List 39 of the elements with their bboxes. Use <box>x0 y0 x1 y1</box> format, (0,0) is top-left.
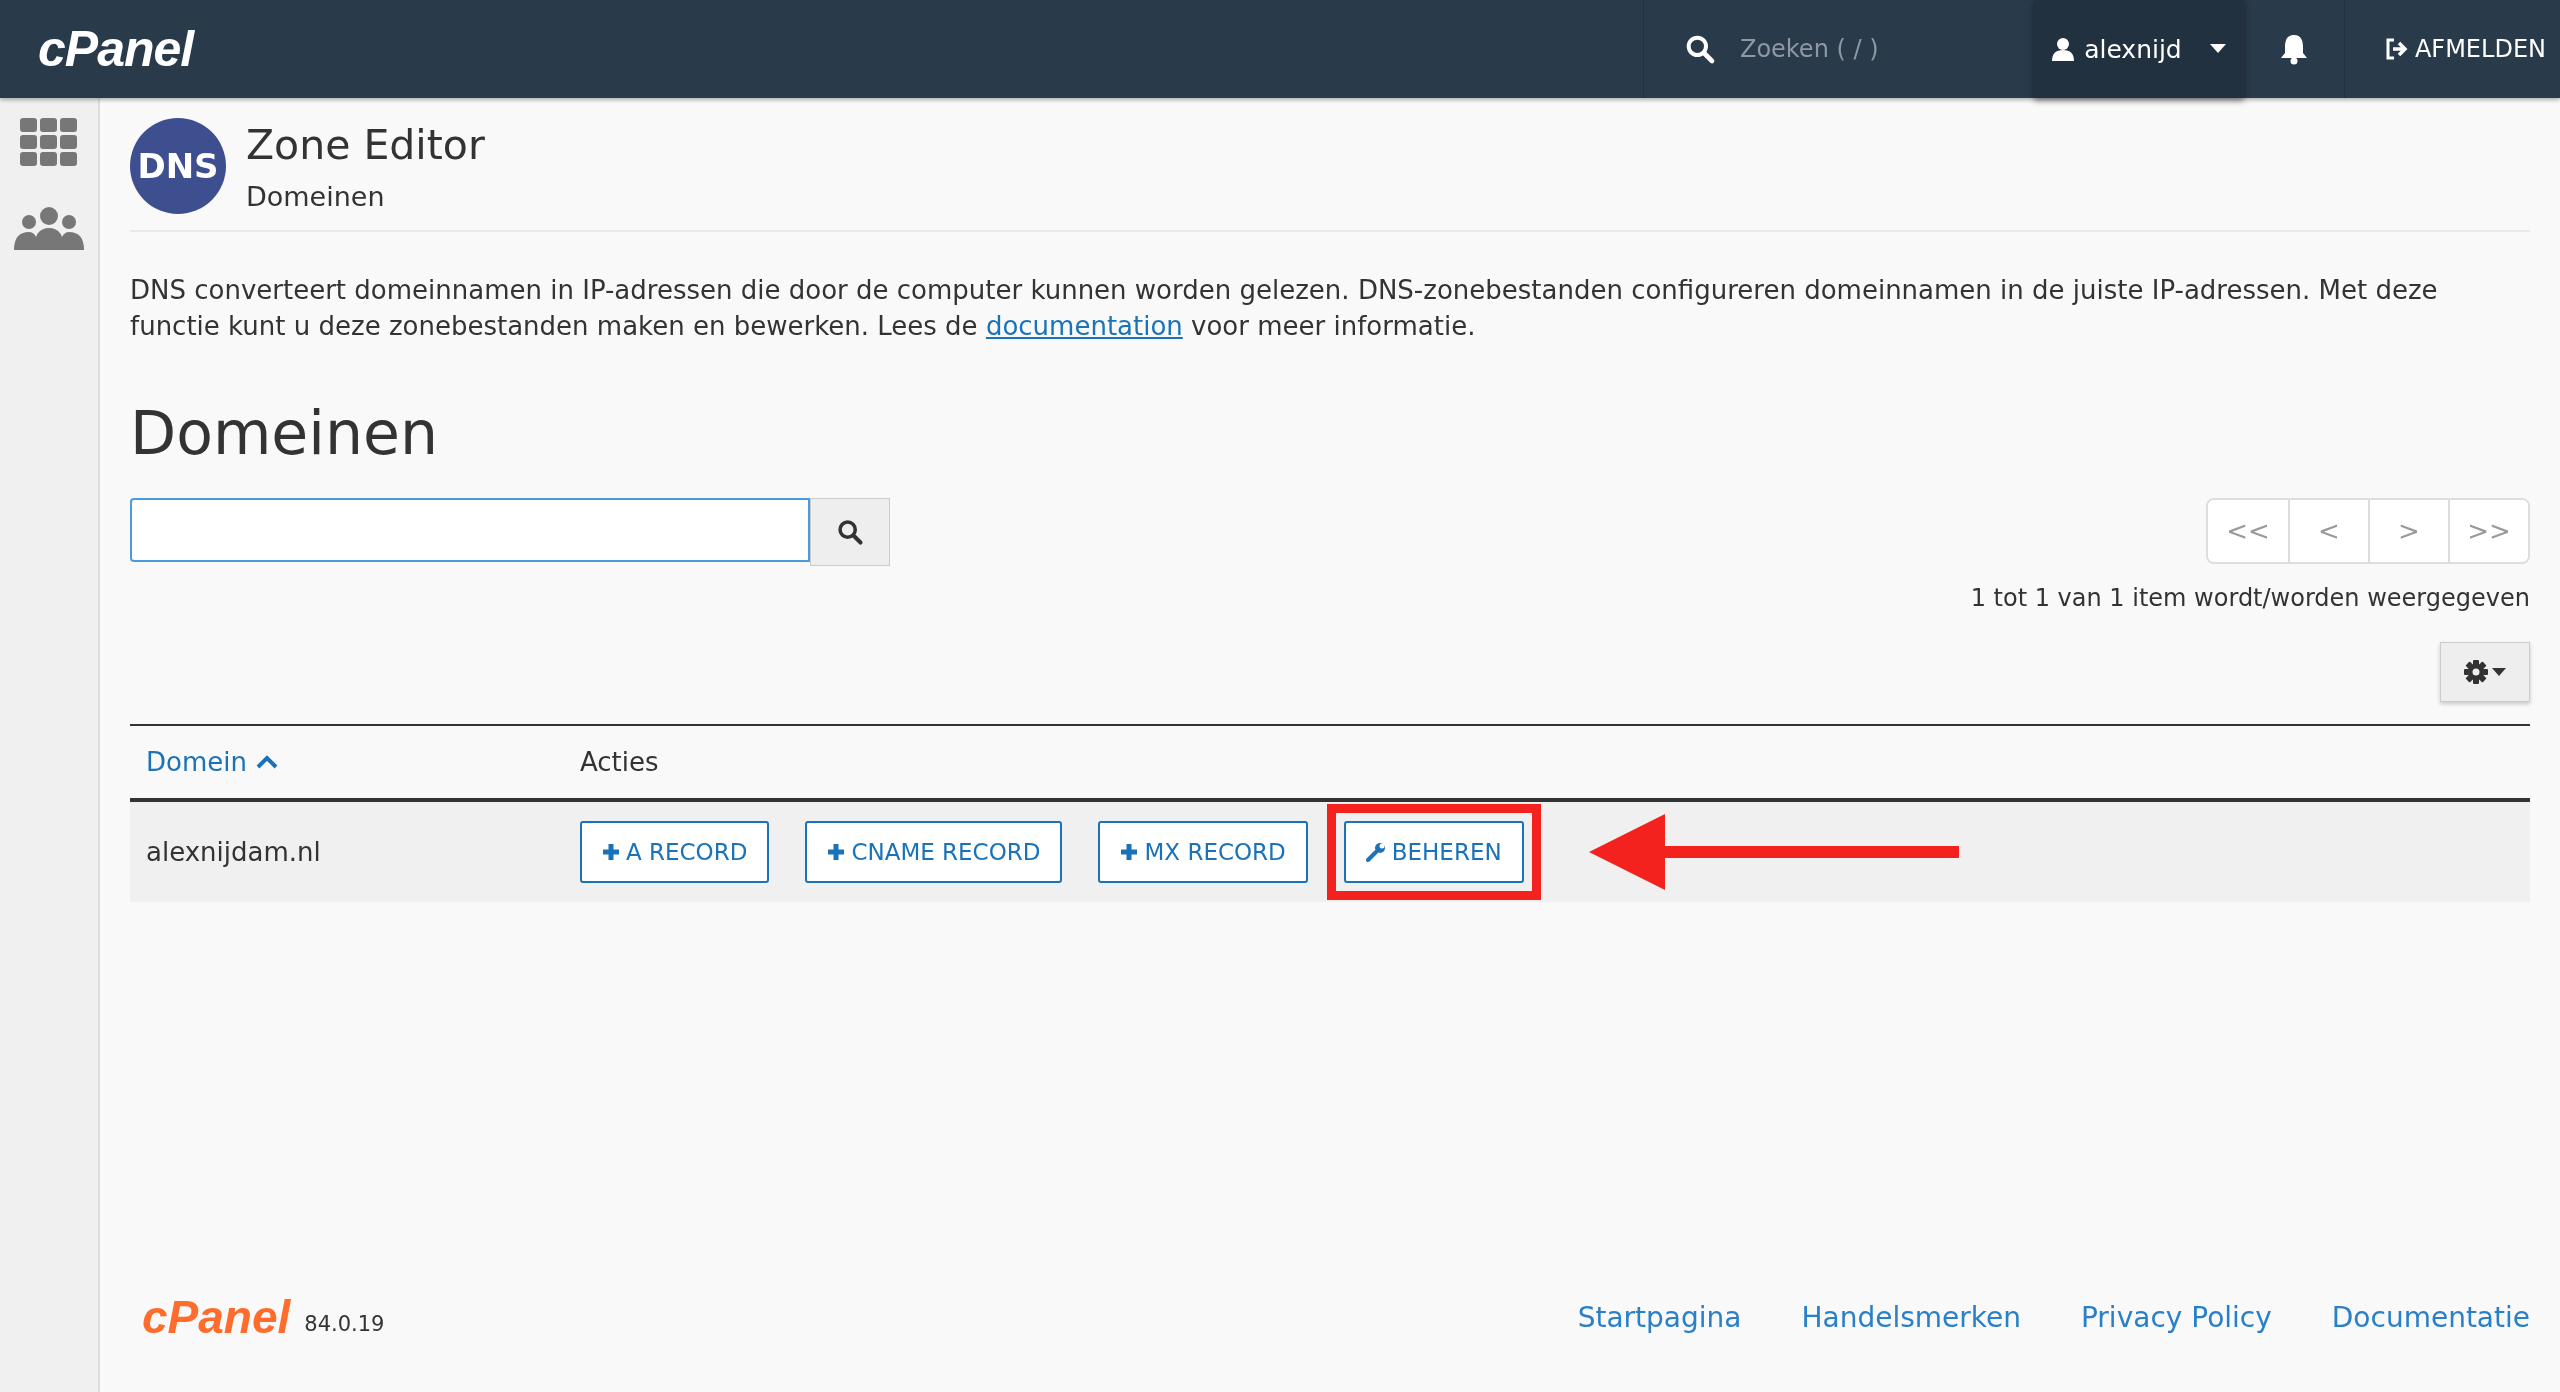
search-button[interactable] <box>810 498 890 566</box>
cpanel-logo[interactable]: cPanel <box>142 1290 291 1344</box>
plus-icon <box>602 843 620 861</box>
logout-button[interactable]: AFMELDEN <box>2344 0 2560 98</box>
dns-icon: DNS <box>130 118 226 214</box>
footer-link[interactable]: Privacy Policy <box>2080 1300 2272 1334</box>
column-header[interactable]: Acties <box>580 747 659 777</box>
footer-link[interactable]: Startpagina <box>1577 1300 1742 1334</box>
user-icon <box>2052 37 2075 61</box>
search-field[interactable]: Zoeken ( / ) <box>1642 0 2034 98</box>
plus-icon <box>1120 843 1139 861</box>
sort-up-icon <box>254 754 279 770</box>
caret-icon <box>2209 44 2226 54</box>
search-icon <box>836 518 864 546</box>
pager-button[interactable]: >> <box>2448 500 2528 562</box>
settings-button[interactable] <box>2440 642 2530 702</box>
page-title: Zone Editor <box>246 120 485 169</box>
page-subtitle: Domeinen <box>246 180 386 212</box>
logout-icon <box>2384 38 2409 60</box>
wrench-icon <box>1365 842 1386 862</box>
column-header[interactable]: Domein <box>146 747 247 777</box>
domain-search-field[interactable] <box>130 498 810 562</box>
description-text: DNS converteert domeinnamen in IP-adressen die door de computer kunnen worden gelezen. DNS-zonebestanden configureren domeinnamen in de juiste IP-adressen. Met deze functie kunt u deze zonebestanden maken en bewerken. Lees de documentation voor meer informatie. <box>130 274 2439 343</box>
footer-link[interactable]: Documentatie <box>2331 1300 2530 1334</box>
documentation-link[interactable]: documentation <box>985 311 1183 341</box>
footer-link[interactable]: Handelsmerken <box>1801 1300 2021 1334</box>
gear-icon <box>2464 660 2488 684</box>
users-icon[interactable] <box>14 206 84 250</box>
grid-icon[interactable] <box>20 118 78 168</box>
manage-button[interactable]: BEHEREN <box>1326 804 1541 900</box>
bell-icon <box>2278 33 2309 65</box>
domain-cell: alexnijdam.nl <box>146 837 321 867</box>
version-text: 84.0.19 <box>304 1312 385 1336</box>
plus-icon <box>827 843 846 861</box>
pager-status: 1 tot 1 van 1 item wordt/worden weergegeven <box>1970 584 2530 612</box>
section-title: Domeinen <box>130 398 439 468</box>
caret-icon <box>2492 668 2506 676</box>
cpanel-logo[interactable]: cPanel <box>38 20 194 78</box>
user-menu[interactable]: alexnijd <box>2033 0 2244 98</box>
